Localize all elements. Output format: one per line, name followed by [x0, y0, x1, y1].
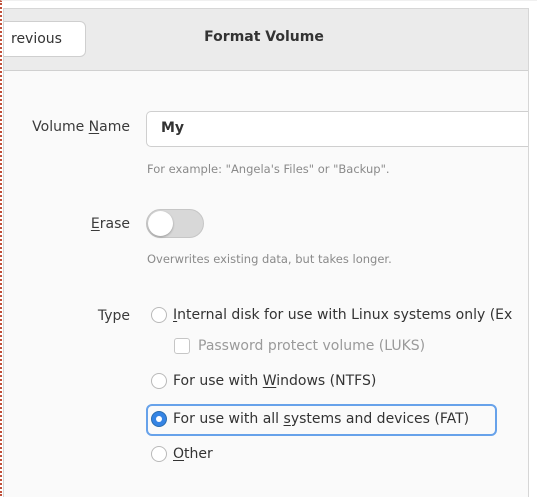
format-volume-dialog: revious Format Volume Volume Name My For… — [3, 8, 529, 497]
header-bar: revious Format Volume — [4, 9, 528, 71]
erase-toggle[interactable] — [146, 209, 204, 238]
previous-button[interactable]: revious — [4, 21, 86, 57]
dialog-body: Volume Name My For example: "Angela's Fi… — [4, 70, 528, 497]
erase-label: Erase — [90, 216, 130, 232]
type-option-linux-label: Internal disk for use with Linux systems… — [173, 307, 513, 323]
type-option-ntfs[interactable]: For use with Windows (NTFS) — [151, 373, 376, 389]
volume-name-input[interactable]: My — [146, 111, 528, 147]
type-option-ntfs-label: For use with Windows (NTFS) — [173, 373, 377, 389]
type-option-other-label: Other — [173, 446, 213, 462]
erase-hint: Overwrites existing data, but takes long… — [147, 252, 392, 266]
type-option-fat-label: For use with all systems and devices (FA… — [173, 411, 470, 427]
password-protect-checkbox — [174, 338, 190, 354]
volume-name-hint: For example: "Angela's Files" or "Backup… — [147, 162, 390, 176]
radio-ntfs[interactable] — [151, 373, 167, 389]
type-option-fat[interactable]: For use with all systems and devices (FA… — [151, 411, 469, 427]
type-label: Type — [97, 308, 130, 324]
volume-name-value: My — [161, 120, 185, 136]
type-option-other[interactable]: Other — [151, 446, 213, 462]
radio-other[interactable] — [151, 446, 167, 462]
erase-toggle-knob — [148, 211, 173, 236]
password-protect-label: Password protect volume (LUKS) — [198, 338, 426, 354]
volume-name-label: Volume Name — [32, 119, 130, 135]
dialog-title: Format Volume — [204, 29, 324, 45]
type-option-linux[interactable]: Internal disk for use with Linux systems… — [151, 307, 512, 323]
password-protect-option: Password protect volume (LUKS) — [174, 338, 425, 354]
previous-button-label: revious — [11, 31, 62, 47]
radio-linux[interactable] — [151, 307, 167, 323]
radio-fat[interactable] — [151, 411, 167, 427]
